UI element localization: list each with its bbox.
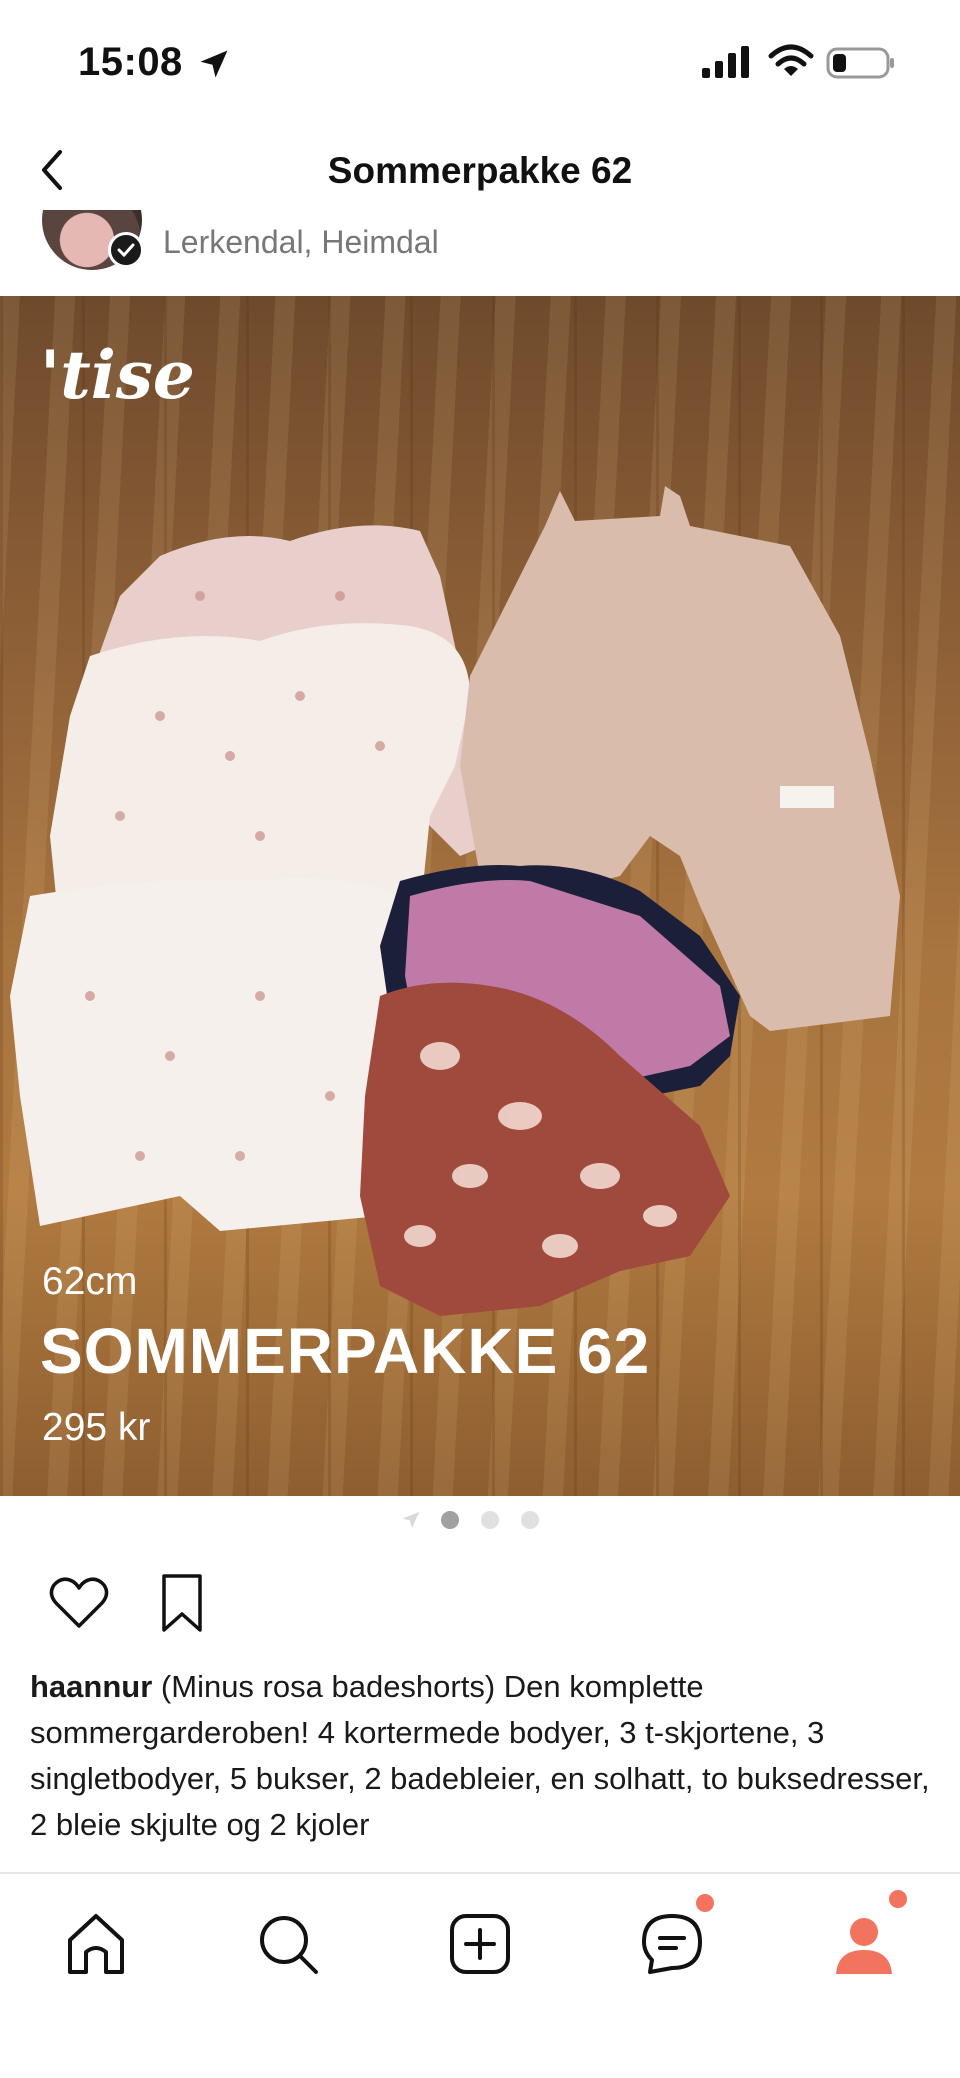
pagination-dot[interactable] [521, 1511, 539, 1529]
image-pagination [0, 1500, 960, 1540]
location-arrow-icon [200, 50, 228, 78]
like-button[interactable] [46, 1570, 112, 1636]
cellular-signal-icon [702, 46, 749, 78]
pagination-dot[interactable] [441, 1511, 459, 1529]
add-listing-icon[interactable] [440, 1904, 520, 1984]
bookmark-button[interactable] [152, 1570, 212, 1636]
overlay-size: 62cm [42, 1260, 138, 1303]
pagination-dot[interactable] [481, 1511, 499, 1529]
wifi-icon [768, 44, 814, 76]
profile-icon[interactable] [824, 1904, 904, 1984]
tise-watermark: 'tise [40, 336, 195, 414]
search-icon[interactable] [248, 1904, 328, 1984]
username-link[interactable]: haannur [30, 1669, 152, 1704]
bottom-tab-bar [0, 1874, 960, 2078]
overlay-price: 295 kr [42, 1406, 151, 1449]
status-time: 15:08 [78, 40, 183, 84]
overlay-title: SOMMERPAKKE 62 [40, 1315, 651, 1387]
location-arrow-icon [402, 1511, 420, 1529]
status-bar: 15:08 [0, 0, 960, 120]
description-text: (Minus rosa badeshorts) Den komplette so… [30, 1669, 930, 1842]
profile-badge [889, 1890, 907, 1908]
verified-check-icon [108, 232, 144, 268]
nav-header: Sommerpakke 62 [0, 130, 960, 210]
messages-badge [696, 1894, 714, 1912]
page-title: Sommerpakke 62 [327, 150, 633, 191]
battery-icon [826, 47, 894, 79]
product-image[interactable]: 'tise 62cm SOMMERPAKKE 62 295 kr [0, 296, 960, 1496]
seller-row[interactable]: Lerkendal, Heimdal [0, 210, 960, 294]
romper-tag [780, 786, 834, 808]
home-icon[interactable] [56, 1904, 136, 1984]
post-description: haannur (Minus rosa badeshorts) Den komp… [30, 1664, 940, 1848]
seller-location: Lerkendal, Heimdal [163, 224, 439, 260]
messages-icon[interactable] [632, 1904, 712, 1984]
